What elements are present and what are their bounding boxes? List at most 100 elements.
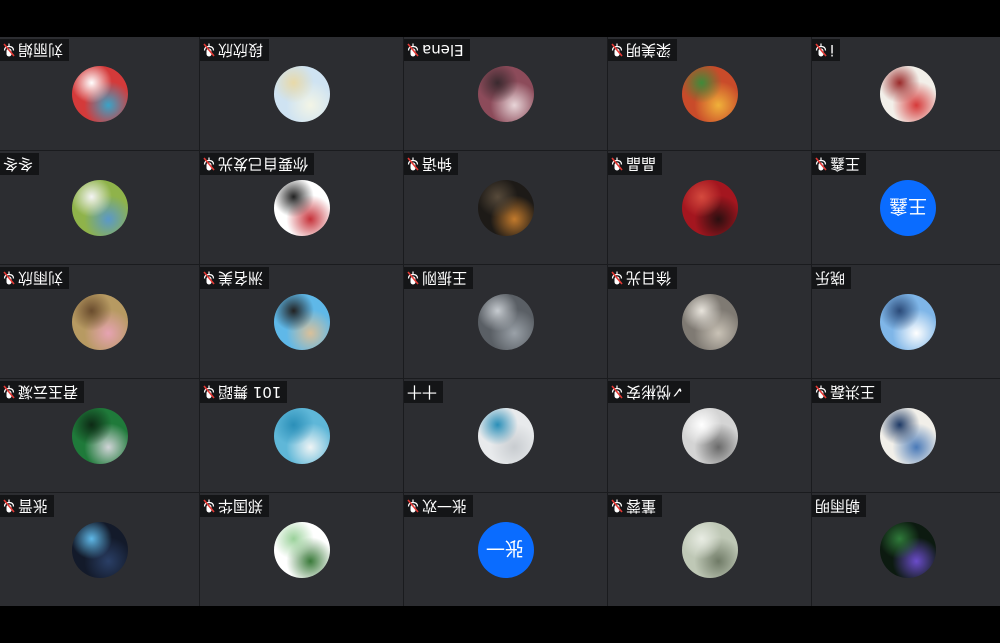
participant-name: 钟语 (422, 155, 453, 173)
participant-tile[interactable]: 张一 张一欢 (404, 493, 607, 606)
participant-label: 张一欢 (404, 495, 474, 517)
participant-avatar (477, 65, 534, 122)
participant-tile[interactable]: 徐日光 (608, 265, 811, 378)
mic-muted-icon (203, 271, 215, 285)
participant-name: ✓悦彬安 (626, 383, 684, 401)
participant-label: 徐日光 (608, 267, 678, 289)
participant-label: 郑国华 (200, 495, 270, 517)
participant-tile[interactable]: i (812, 37, 1000, 150)
participant-label: 朝雨明 (812, 495, 867, 517)
participant-avatar (681, 407, 738, 464)
participant-label: 段欣欣 (200, 39, 270, 61)
participant-tile[interactable]: Elena (404, 37, 607, 150)
mic-muted-icon (815, 43, 827, 57)
participant-tile[interactable]: 你要自己发光 (200, 151, 403, 264)
participant-avatar (477, 293, 534, 350)
participant-label: 君玉云凝 (0, 381, 85, 403)
participant-tile[interactable]: 晓乐 (812, 265, 1000, 378)
participant-name: 君玉云凝 (18, 383, 79, 401)
participant-tile[interactable]: 刘丽娟 (0, 37, 199, 150)
participant-name: 晶晶 (626, 155, 657, 173)
participant-tile[interactable]: 郑国华 (200, 493, 403, 606)
participant-name: Elena (422, 41, 464, 59)
participant-avatar (477, 179, 534, 236)
participant-name: 郑国华 (218, 497, 264, 515)
participant-avatar (71, 407, 128, 464)
participant-tile[interactable]: 钟语 (404, 151, 607, 264)
participant-label: 王鑫 (812, 153, 867, 175)
participant-tile[interactable]: 梁美明 (608, 37, 811, 150)
participant-tile[interactable]: 洲名美 (200, 265, 403, 378)
participant-avatar-initials: 张一 (477, 521, 534, 578)
participant-name: 梁美明 (626, 41, 672, 59)
participant-tile[interactable]: 王洪磊 (812, 379, 1000, 492)
participant-tile[interactable]: 朝雨明 (812, 493, 1000, 606)
participant-tile[interactable]: 101 舞蹈 (200, 379, 403, 492)
mic-muted-icon (407, 157, 419, 171)
participant-avatar (477, 407, 534, 464)
participant-avatar (71, 521, 128, 578)
participant-avatar (273, 521, 330, 578)
mic-muted-icon (611, 385, 623, 399)
mic-muted-icon (407, 499, 419, 513)
participant-tile[interactable]: 张晋 (0, 493, 199, 606)
avatar-initials-text: 张一 (486, 537, 525, 559)
participant-tile[interactable]: 刘雨欣 (0, 265, 199, 378)
participant-name: 张一欢 (422, 497, 468, 515)
participant-avatar (681, 179, 738, 236)
participant-name: 王振刚 (422, 269, 468, 287)
participant-tile[interactable]: 君玉云凝 (0, 379, 199, 492)
participant-tile[interactable]: 王振刚 (404, 265, 607, 378)
participant-avatar (880, 407, 936, 464)
participant-label: 王振刚 (404, 267, 474, 289)
participant-tile[interactable]: 董蓉 (608, 493, 811, 606)
mic-muted-icon (611, 43, 623, 57)
participant-tile[interactable]: 王鑫 王鑫 (812, 151, 1000, 264)
mic-muted-icon (203, 43, 215, 57)
participant-name: 刘丽娟 (18, 41, 64, 59)
mic-muted-icon (815, 385, 827, 399)
participant-label: Elena (404, 39, 470, 61)
mic-muted-icon (3, 499, 15, 513)
mic-muted-icon (815, 157, 827, 171)
mic-muted-icon (3, 271, 15, 285)
participant-name: 王鑫 (830, 155, 861, 173)
participant-name: 段欣欣 (218, 41, 264, 59)
participant-name: 洲名美 (218, 269, 264, 287)
mic-muted-icon (407, 43, 419, 57)
participant-label: 你要自己发光 (200, 153, 315, 175)
participant-label: 晓乐 (812, 267, 852, 289)
top-bar (0, 0, 1000, 37)
participant-tile[interactable]: 冬冬 (0, 151, 199, 264)
participant-avatar (273, 65, 330, 122)
mic-muted-icon (203, 385, 215, 399)
participant-name: 你要自己发光 (218, 155, 309, 173)
participant-name: 101 舞蹈 (218, 383, 282, 401)
participant-label: 王洪磊 (812, 381, 882, 403)
mic-muted-icon (611, 499, 623, 513)
participant-name: 王洪磊 (830, 383, 876, 401)
participant-tile[interactable]: ✓悦彬安 (608, 379, 811, 492)
mic-muted-icon (3, 43, 15, 57)
participant-label: 刘雨欣 (0, 267, 70, 289)
bottom-bar (0, 606, 1000, 643)
participant-avatar (71, 179, 128, 236)
participant-name: 晓乐 (815, 269, 846, 287)
participant-avatar (880, 65, 936, 122)
participant-tile[interactable]: 晶晶 (608, 151, 811, 264)
participant-name: 刘雨欣 (18, 269, 64, 287)
participant-label: 冬冬 (0, 153, 40, 175)
participant-tile[interactable]: 段欣欣 (200, 37, 403, 150)
participant-avatar (681, 521, 738, 578)
participant-grid: 刘丽娟 段欣欣 Elena 梁美明 i 冬冬 你要自己发光 钟语 晶晶 王鑫 王… (0, 37, 1000, 606)
mic-muted-icon (611, 157, 623, 171)
participant-avatar-initials: 王鑫 (880, 179, 936, 236)
participant-label: ✓悦彬安 (608, 381, 690, 403)
participant-tile[interactable]: 十十 (404, 379, 607, 492)
participant-avatar (681, 293, 738, 350)
mic-muted-icon (611, 271, 623, 285)
participant-avatar (71, 65, 128, 122)
participant-label: 洲名美 (200, 267, 270, 289)
avatar-initials-text: 王鑫 (888, 195, 927, 217)
mic-muted-icon (203, 499, 215, 513)
